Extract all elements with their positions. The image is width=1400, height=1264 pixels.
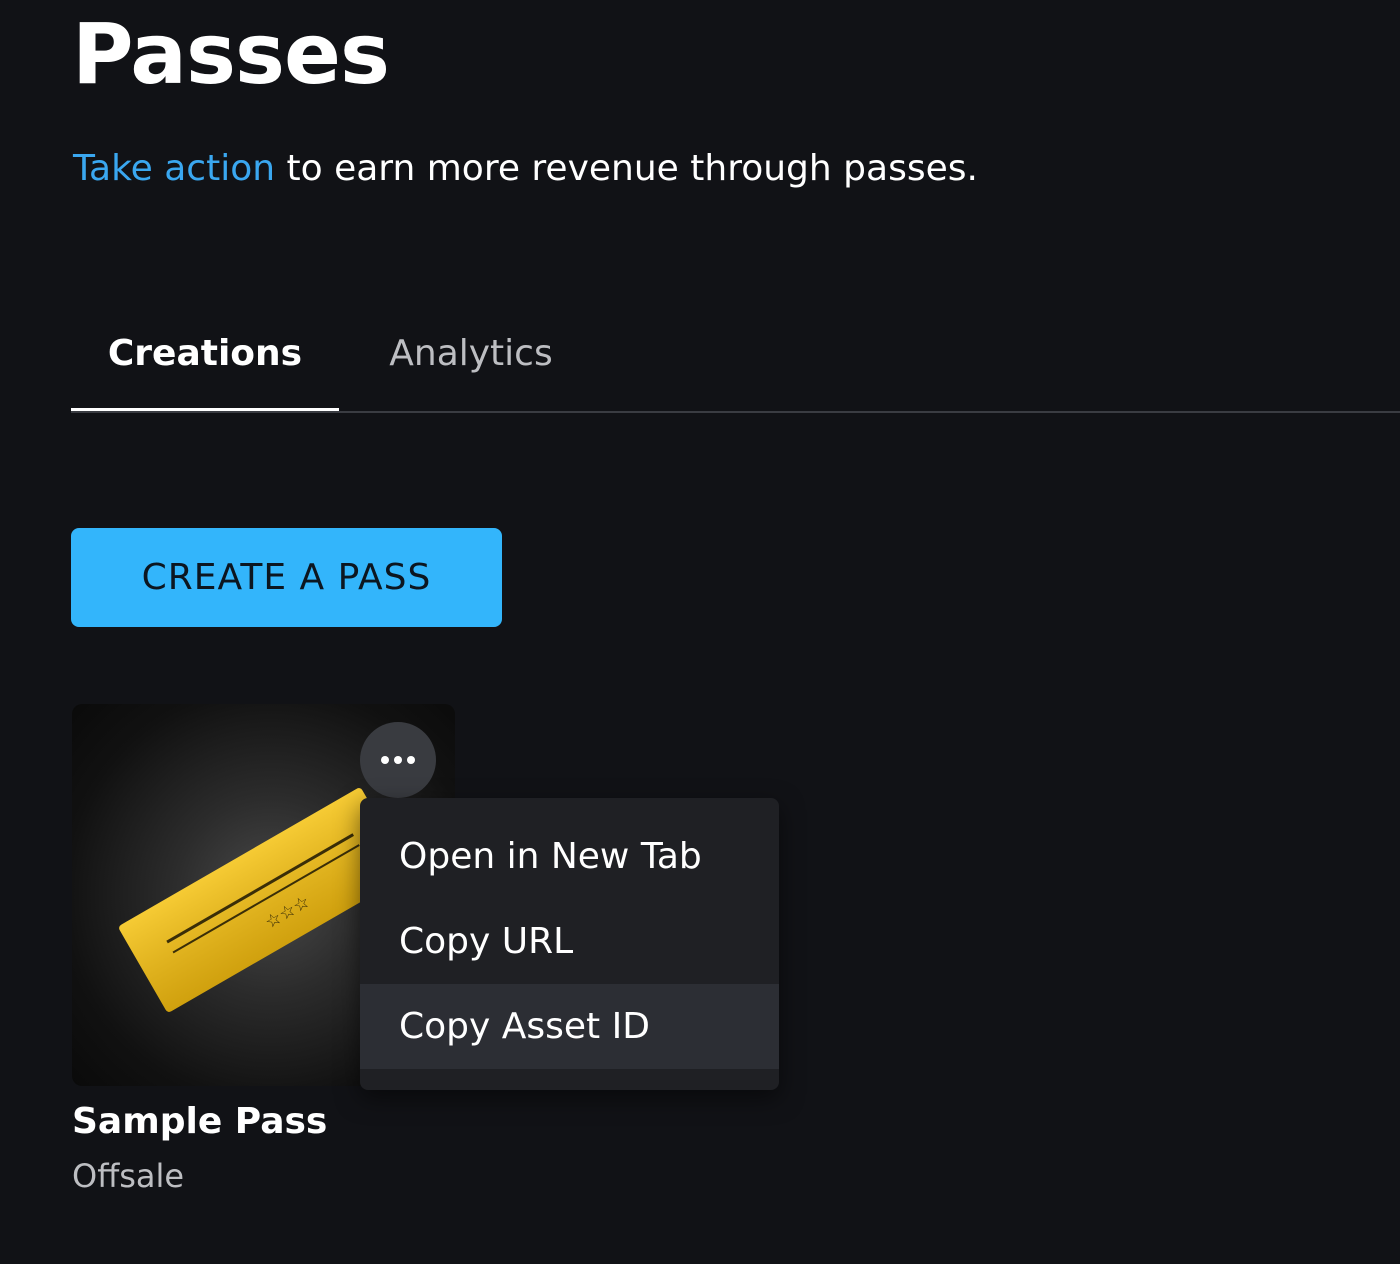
menu-item-copy-asset-id[interactable]: Copy Asset ID — [360, 984, 779, 1069]
page-title: Passes — [72, 5, 390, 103]
tab-creations-label: Creations — [107, 333, 303, 374]
context-menu: Open in New Tab Copy URL Copy Asset ID — [360, 798, 779, 1090]
pass-name[interactable]: Sample Pass — [72, 1100, 455, 1144]
tab-analytics-label: Analytics — [389, 333, 553, 374]
pass-status: Offsale — [72, 1157, 185, 1195]
page-subtitle: Take action to earn more revenue through… — [73, 146, 978, 192]
take-action-link[interactable]: Take action — [73, 148, 275, 189]
tab-creations[interactable]: Creations — [71, 300, 339, 413]
more-horizontal-icon — [381, 756, 389, 764]
more-options-button[interactable] — [360, 722, 436, 798]
tab-divider — [71, 411, 1400, 413]
tab-analytics[interactable]: Analytics — [369, 300, 573, 412]
menu-item-open-in-new-tab[interactable]: Open in New Tab — [360, 814, 779, 899]
more-horizontal-icon-dot — [407, 756, 415, 764]
tab-bar: Creations Analytics — [71, 300, 1400, 413]
passes-page: Passes Take action to earn more revenue … — [0, 0, 1400, 1264]
subtitle-text: to earn more revenue through passes. — [275, 148, 978, 189]
more-horizontal-icon-dot — [394, 756, 402, 764]
menu-item-copy-url[interactable]: Copy URL — [360, 899, 779, 984]
create-pass-button[interactable]: CREATE A PASS — [71, 528, 502, 627]
